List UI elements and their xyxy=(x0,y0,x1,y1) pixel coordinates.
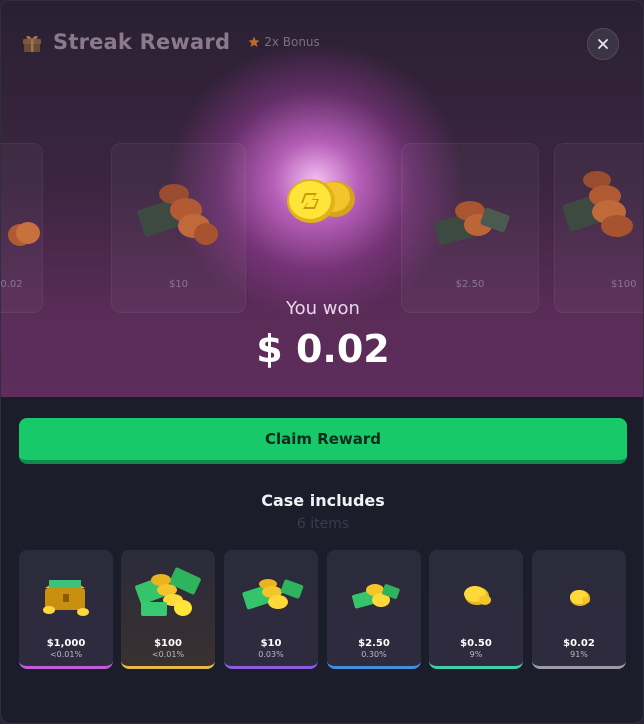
reward-reveal-area: $0.02 $10 $2.50 xyxy=(1,1,643,397)
case-item[interactable]: $0.02 91% xyxy=(532,550,626,669)
bonus-label: 2x Bonus xyxy=(264,35,320,49)
close-icon xyxy=(598,39,608,49)
item-price: $2.50 xyxy=(358,638,390,649)
item-price: $0.02 xyxy=(563,638,595,649)
coins-cash-icon xyxy=(242,579,304,610)
coins-icon xyxy=(464,586,491,605)
coins-cash-icon xyxy=(352,584,400,609)
reel-card: $10 xyxy=(111,143,246,313)
item-chance: 0.30% xyxy=(361,650,387,659)
reel-card: $0.02 xyxy=(1,143,43,313)
case-includes-title: Case includes xyxy=(261,491,385,510)
coin-icon xyxy=(570,590,590,606)
coins-cash-icon xyxy=(434,201,510,246)
case-item[interactable]: $10 0.03% xyxy=(224,550,318,669)
case-items-list: $1,000 <0.01% $100 <0.01% $10 0.03% $2.5… xyxy=(19,550,627,670)
case-item[interactable]: $1,000 <0.01% xyxy=(19,550,113,669)
claim-reward-button[interactable]: Claim Reward xyxy=(19,418,627,464)
coins-cash-icon xyxy=(137,184,218,245)
bonus-badge: 2x Bonus xyxy=(248,35,320,49)
case-item[interactable]: $2.50 0.30% xyxy=(327,550,421,669)
item-chance: 9% xyxy=(469,650,483,659)
reel-label: $10 xyxy=(168,279,189,290)
reel-label: $100 xyxy=(611,279,637,290)
streak-reward-modal: $0.02 $10 $2.50 xyxy=(0,0,644,724)
item-chance: 0.03% xyxy=(258,650,284,659)
modal-title: Streak Reward xyxy=(53,30,231,54)
item-price: $10 xyxy=(260,638,282,649)
won-coin-icon xyxy=(287,179,355,223)
star-icon xyxy=(248,36,260,47)
won-amount: $ 0.02 xyxy=(256,327,390,371)
gift-icon xyxy=(23,35,41,52)
item-chance: 91% xyxy=(570,650,588,659)
close-button[interactable] xyxy=(587,28,619,60)
case-item[interactable]: $100 <0.01% xyxy=(121,550,215,669)
reel-card: $2.50 xyxy=(401,143,539,313)
item-chance: <0.01% xyxy=(49,650,83,659)
item-price: $100 xyxy=(154,638,182,649)
item-price: $1,000 xyxy=(46,638,86,649)
treasure-chest-icon xyxy=(43,580,89,616)
reel-card: $100 xyxy=(554,143,643,313)
item-price: $0.50 xyxy=(460,638,492,649)
coins-cash-icon xyxy=(135,567,201,616)
item-chance: <0.01% xyxy=(151,650,185,659)
reel-label: $2.50 xyxy=(455,279,485,290)
coins-cash-icon xyxy=(562,171,633,237)
reel-label: $0.02 xyxy=(1,279,23,290)
modal-header: Streak Reward 2x Bonus xyxy=(21,27,320,57)
coins-icon xyxy=(8,222,40,246)
case-item[interactable]: $0.50 9% xyxy=(429,550,523,669)
you-won-label: You won xyxy=(286,298,360,319)
case-item-count: 6 items xyxy=(296,516,350,532)
